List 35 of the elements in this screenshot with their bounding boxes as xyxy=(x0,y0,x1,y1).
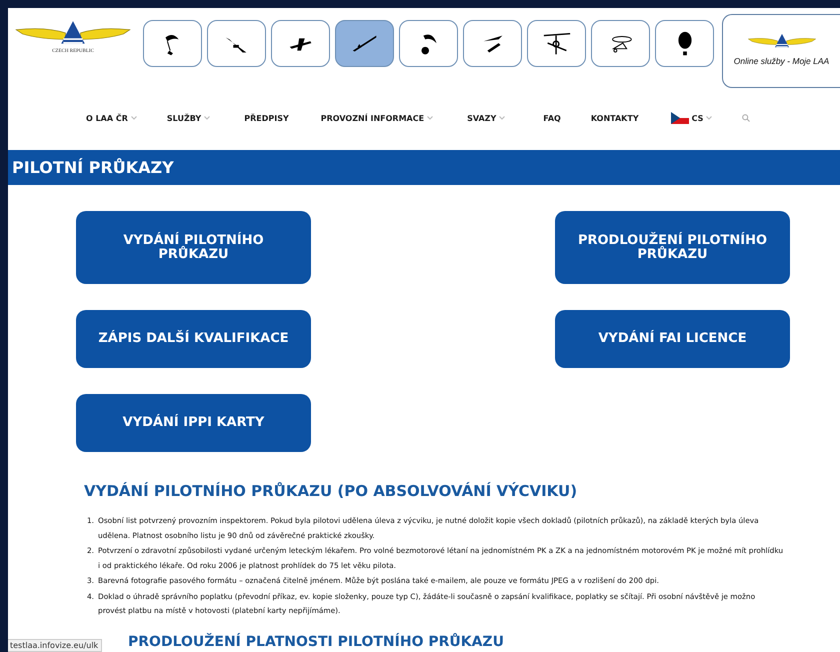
page-title: PILOTNÍ PRŮKAZY xyxy=(12,158,174,177)
online-services-label: Online služby - Moje LAA xyxy=(734,55,830,68)
nav-link[interactable]: PŘEDPISY xyxy=(244,114,289,122)
action-button[interactable]: VYDÁNÍ FAI LICENCE xyxy=(555,310,790,368)
nav-link[interactable]: PROVOZNÍ INFORMACE xyxy=(320,114,434,122)
action-button[interactable]: VYDÁNÍ IPPI KARTY xyxy=(76,394,311,452)
logo-icon xyxy=(746,33,816,50)
caret-icon xyxy=(427,116,434,120)
nav-link[interactable]: FAQ xyxy=(543,114,561,122)
category-tile[interactable] xyxy=(655,20,714,67)
caret-icon xyxy=(204,116,210,120)
category-tile[interactable] xyxy=(143,20,202,67)
caret-icon xyxy=(706,116,712,120)
category-tile[interactable] xyxy=(399,20,458,67)
status-bar-url: testlaa.infovize.eu/ulk xyxy=(8,639,102,652)
nav-link[interactable]: SVAZY xyxy=(467,114,506,122)
category-tile[interactable] xyxy=(271,20,330,67)
category-tile[interactable] xyxy=(463,20,522,67)
action-button[interactable]: VYDÁNÍ PILOTNÍHO PRŮKAZU xyxy=(76,211,311,284)
category-tile[interactable] xyxy=(207,20,266,67)
nav-link[interactable]: KONTAKTY xyxy=(590,114,639,122)
online-services-button[interactable]: Online služby - Moje LAA xyxy=(722,14,840,88)
language-selector[interactable]: CS xyxy=(670,112,712,124)
action-button[interactable]: PRODLOUŽENÍ PILOTNÍHO PRŮKAZU xyxy=(555,211,790,284)
caret-icon xyxy=(499,116,506,120)
category-tile[interactable] xyxy=(527,20,586,67)
action-button[interactable]: ZÁPIS DALŠÍ KVALIFIKACE xyxy=(76,310,311,368)
section-heading: PRODLOUŽENÍ PLATNOSTI PILOTNÍHO PRŮKAZU xyxy=(128,634,504,650)
category-tile[interactable] xyxy=(335,20,394,67)
nav-link[interactable]: O LAA ČR xyxy=(86,114,137,122)
nav-link[interactable]: SLUŽBY xyxy=(166,114,210,122)
category-tile[interactable] xyxy=(591,20,650,67)
flag-icon xyxy=(670,112,689,124)
caret-icon xyxy=(130,116,137,120)
section-heading: VYDÁNÍ PILOTNÍHO PRŮKAZU (PO ABSOLVOVÁNÍ VÝCVIKU) xyxy=(84,482,578,500)
